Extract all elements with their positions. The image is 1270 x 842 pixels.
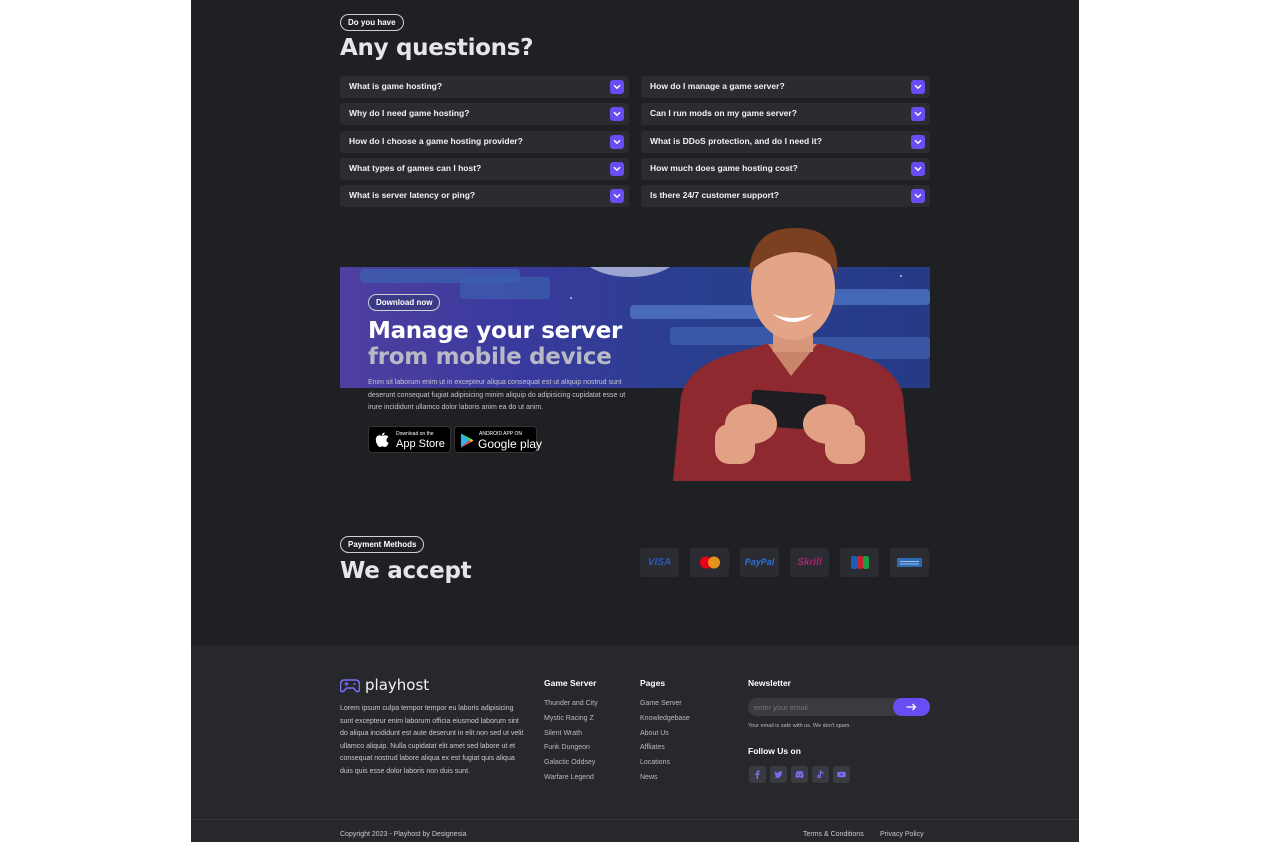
footer <box>191 646 1079 842</box>
privacy-link[interactable]: Privacy Policy <box>880 831 924 838</box>
faq-item[interactable]: What is game hosting? <box>340 76 629 98</box>
youtube-icon <box>837 771 846 778</box>
faq-question: What is game hosting? <box>349 81 443 91</box>
game-server-title: Game Server <box>544 678 597 688</box>
faq-question: What is DDoS protection, and do I need i… <box>650 135 822 146</box>
newsletter-submit-button[interactable] <box>893 698 930 716</box>
brand-name[interactable]: playhost <box>365 676 429 694</box>
faq-item[interactable]: Why do I need game hosting? <box>340 103 629 126</box>
newsletter-note: Your email is safe with us. We don't spa… <box>748 723 851 729</box>
newsletter-title: Newsletter <box>748 678 791 688</box>
app-description: Enim sit laborum enim ut in excepteur al… <box>368 379 626 411</box>
faq-item[interactable]: How do I choose a game hosting provider? <box>340 130 629 153</box>
faq-question: Why do I need game hosting? <box>349 108 470 119</box>
discord-button[interactable] <box>791 766 808 783</box>
chevron-down-icon[interactable] <box>610 189 624 204</box>
game-server-link[interactable]: Silent Wrath <box>544 730 582 737</box>
payment-badge: Payment Methods <box>340 536 425 553</box>
paypal-card: PayPal <box>740 548 779 577</box>
chevron-down-icon[interactable] <box>610 134 624 149</box>
pages-link[interactable]: Locations <box>640 759 670 766</box>
tiktok-button[interactable] <box>812 766 829 783</box>
faq-title: Any questions? <box>340 35 534 61</box>
footer-divider <box>191 819 1079 820</box>
amex-icon <box>897 558 922 567</box>
moon-decoration <box>580 267 680 277</box>
gamer-photo <box>673 228 911 481</box>
chevron-down-icon[interactable] <box>911 80 925 94</box>
gamepad-logo-icon <box>340 679 360 693</box>
game-server-link[interactable]: Thunder and City <box>544 700 598 707</box>
google-play-icon <box>461 433 474 448</box>
rock-decoration <box>460 277 550 299</box>
pages-link[interactable]: Game Server <box>640 700 682 707</box>
faq-item[interactable]: What is DDoS protection, and do I need i… <box>641 130 930 153</box>
faq-item[interactable]: Can I run mods on my game server? <box>641 103 930 126</box>
chevron-down-icon[interactable] <box>911 189 925 204</box>
payment-title: We accept <box>340 558 472 584</box>
jcb-card <box>840 548 879 577</box>
pages-title: Pages <box>640 678 666 688</box>
google-play-button[interactable]: ANDROID APP ON Google play <box>454 426 542 453</box>
jcb-icon <box>851 556 869 569</box>
facebook-button[interactable] <box>749 766 766 783</box>
faq-question: What types of games can I host? <box>349 162 482 173</box>
app-store-small-label: Download on the <box>396 431 434 437</box>
faq-question: Can I run mods on my game server? <box>650 108 797 119</box>
faq-question: How do I choose a game hosting provider? <box>349 135 523 146</box>
chevron-down-icon[interactable] <box>911 134 925 149</box>
newsletter-form <box>748 698 930 716</box>
faq-question: How do I manage a game server? <box>650 81 785 91</box>
pages-link[interactable]: About Us <box>640 730 669 737</box>
youtube-button[interactable] <box>833 766 850 783</box>
game-server-link[interactable]: Funk Dungeon <box>544 744 590 751</box>
apple-icon <box>375 432 389 447</box>
visa-card: VISA <box>640 548 679 577</box>
pages-link[interactable]: Knowledgebase <box>640 715 690 722</box>
pages-link[interactable]: Affliates <box>640 744 665 751</box>
follow-title: Follow Us on <box>748 746 801 756</box>
star-decoration <box>570 297 572 299</box>
faq-badge: Do you have <box>340 14 404 31</box>
faq-item[interactable]: How do I manage a game server? <box>641 76 930 98</box>
chevron-down-icon[interactable] <box>610 107 624 122</box>
game-server-link[interactable]: Mystic Racing Z <box>544 715 594 722</box>
app-title-line1: Manage your server <box>368 318 623 344</box>
game-server-link[interactable]: Warfare Legend <box>544 774 594 781</box>
tiktok-icon <box>817 770 824 779</box>
twitter-icon <box>774 771 783 778</box>
mastercard-icon <box>700 556 720 569</box>
page: Do you have Any questions? What is game … <box>191 0 1079 842</box>
terms-link[interactable]: Terms & Conditions <box>803 831 864 838</box>
pages-link[interactable]: News <box>640 774 658 781</box>
app-store-big-label: App Store <box>396 438 445 450</box>
google-play-big-label: Google play <box>478 437 543 451</box>
faq-item[interactable]: How much does game hosting cost? <box>641 157 930 180</box>
newsletter-email-input[interactable] <box>748 698 894 716</box>
amex-card <box>890 548 929 577</box>
faq-question: What is server latency or ping? <box>349 190 476 201</box>
mastercard-card <box>690 548 729 577</box>
app-title-line2: from mobile device <box>368 344 612 370</box>
faq-question: Is there 24/7 customer support? <box>650 190 779 201</box>
chevron-down-icon[interactable] <box>610 80 624 94</box>
chevron-down-icon[interactable] <box>911 161 925 176</box>
twitter-button[interactable] <box>770 766 787 783</box>
faq-item[interactable]: What is server latency or ping? <box>340 185 629 208</box>
chevron-down-icon[interactable] <box>911 107 925 122</box>
chevron-down-icon[interactable] <box>610 161 624 176</box>
discord-icon <box>795 771 804 778</box>
faq-question: How much does game hosting cost? <box>650 162 798 173</box>
footer-about: Lorem ipsum culpa tempor tempor eu labor… <box>340 705 524 775</box>
skrill-card: Skrill <box>790 548 829 577</box>
app-badge: Download now <box>368 294 441 311</box>
arrow-right-icon <box>906 703 917 711</box>
copyright: Copyright 2023 - Playhost by Designesia <box>340 831 467 838</box>
faq-item[interactable]: Is there 24/7 customer support? <box>641 185 930 208</box>
faq-item[interactable]: What types of games can I host? <box>340 157 629 180</box>
game-server-link[interactable]: Galactic Oddsey <box>544 759 595 766</box>
app-store-button[interactable]: Download on the App Store <box>368 426 451 453</box>
facebook-icon <box>755 770 760 779</box>
